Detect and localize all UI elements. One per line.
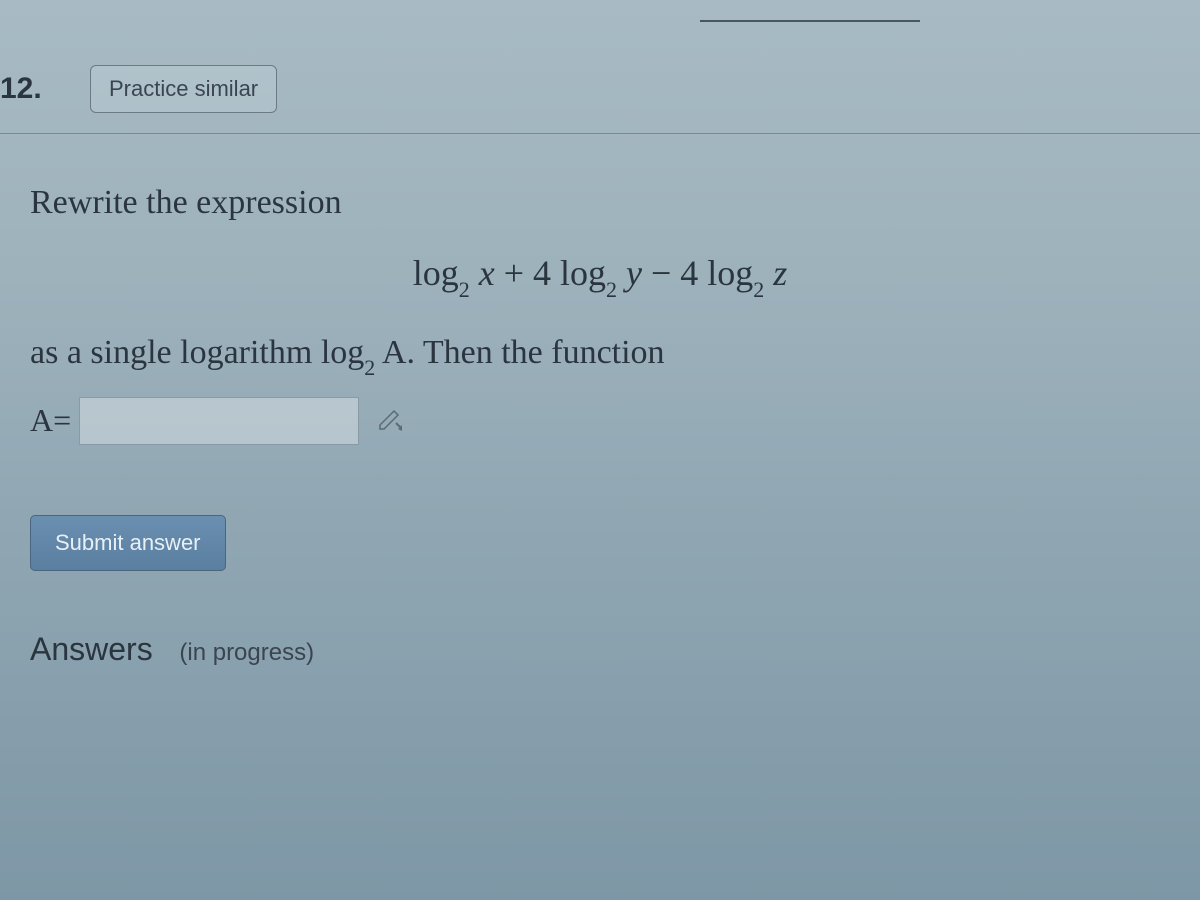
top-area <box>0 0 1200 45</box>
math-expression: log2 x + 4 log2 y − 4 log2 z <box>30 252 1170 299</box>
submit-answer-button[interactable]: Submit answer <box>30 515 226 571</box>
answers-title: Answers <box>30 631 153 667</box>
practice-similar-button[interactable]: Practice similar <box>90 65 277 113</box>
prompt-text-line2: as a single logarithm log2 A. Then the f… <box>30 334 1170 377</box>
answer-label: A= <box>30 402 71 439</box>
prompt-text-line1: Rewrite the expression <box>30 184 1170 222</box>
question-header-row: 12. Practice similar <box>0 45 1200 134</box>
question-content: Rewrite the expression log2 x + 4 log2 y… <box>0 134 1200 698</box>
top-underline <box>700 20 920 22</box>
question-number: 12. <box>0 72 90 106</box>
answer-input[interactable] <box>79 397 359 445</box>
answer-input-row: A= <box>30 397 1170 445</box>
answers-status: (in progress) <box>179 639 314 666</box>
feedback-icon[interactable] <box>373 404 407 438</box>
answers-section: Answers (in progress) <box>30 631 1170 668</box>
